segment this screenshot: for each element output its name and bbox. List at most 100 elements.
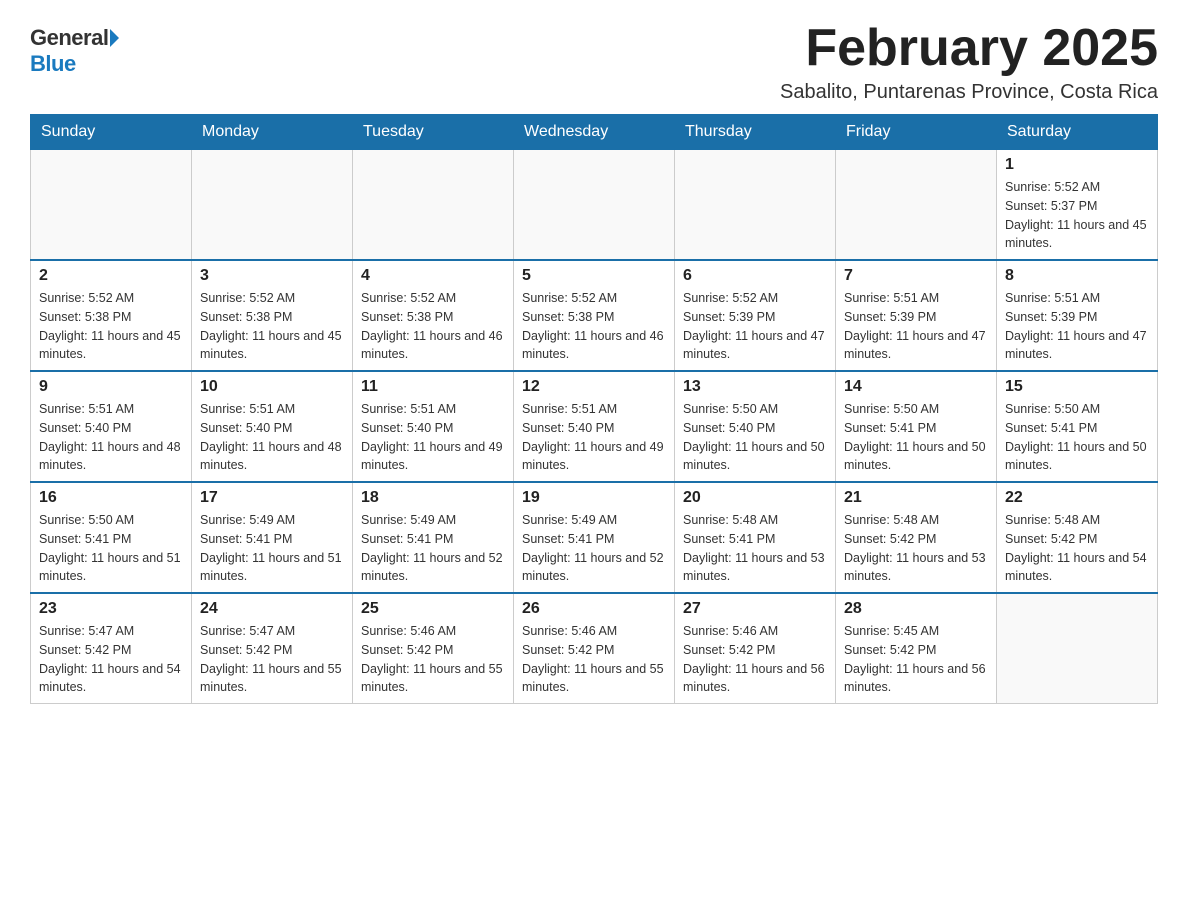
day-info: Sunrise: 5:52 AMSunset: 5:38 PMDaylight:… <box>361 289 505 364</box>
calendar-cell: 18 Sunrise: 5:49 AMSunset: 5:41 PMDayligh… <box>353 482 514 593</box>
calendar-cell: 26 Sunrise: 5:46 AMSunset: 5:42 PMDayligh… <box>514 593 675 704</box>
calendar-week-5: 23 Sunrise: 5:47 AMSunset: 5:42 PMDayligh… <box>31 593 1158 704</box>
day-info: Sunrise: 5:51 AMSunset: 5:40 PMDaylight:… <box>39 400 183 475</box>
day-number: 1 <box>1005 156 1149 174</box>
day-info: Sunrise: 5:49 AMSunset: 5:41 PMDaylight:… <box>200 511 344 586</box>
calendar-cell: 28 Sunrise: 5:45 AMSunset: 5:42 PMDayligh… <box>836 593 997 704</box>
day-info: Sunrise: 5:46 AMSunset: 5:42 PMDaylight:… <box>361 622 505 697</box>
day-number: 24 <box>200 600 344 618</box>
logo-arrow-icon <box>110 29 119 47</box>
day-info: Sunrise: 5:50 AMSunset: 5:41 PMDaylight:… <box>844 400 988 475</box>
day-number: 15 <box>1005 378 1149 396</box>
day-number: 21 <box>844 489 988 507</box>
day-number: 6 <box>683 267 827 285</box>
day-info: Sunrise: 5:51 AMSunset: 5:40 PMDaylight:… <box>361 400 505 475</box>
calendar-cell: 24Sunrise: 5:47 AMSunset: 5:42 PMDayligh… <box>192 593 353 704</box>
calendar-cell: 11 Sunrise: 5:51 AMSunset: 5:40 PMDayligh… <box>353 371 514 482</box>
weekday-header-tuesday: Tuesday <box>353 115 514 150</box>
calendar-week-3: 9 Sunrise: 5:51 AMSunset: 5:40 PMDaylight… <box>31 371 1158 482</box>
calendar-cell: 19Sunrise: 5:49 AMSunset: 5:41 PMDayligh… <box>514 482 675 593</box>
month-title: February 2025 <box>780 20 1158 77</box>
calendar-cell: 13 Sunrise: 5:50 AMSunset: 5:40 PMDayligh… <box>675 371 836 482</box>
day-number: 20 <box>683 489 827 507</box>
day-number: 9 <box>39 378 183 396</box>
day-info: Sunrise: 5:47 AMSunset: 5:42 PMDaylight:… <box>39 622 183 697</box>
calendar-cell: 8 Sunrise: 5:51 AMSunset: 5:39 PMDaylight… <box>997 260 1158 371</box>
calendar-cell: 14Sunrise: 5:50 AMSunset: 5:41 PMDayligh… <box>836 371 997 482</box>
calendar-cell: 3 Sunrise: 5:52 AMSunset: 5:38 PMDaylight… <box>192 260 353 371</box>
logo-general-text: General <box>30 25 108 51</box>
day-number: 17 <box>200 489 344 507</box>
weekday-header-friday: Friday <box>836 115 997 150</box>
day-number: 2 <box>39 267 183 285</box>
calendar-cell: 1 Sunrise: 5:52 AMSunset: 5:37 PMDaylight… <box>997 150 1158 261</box>
day-info: Sunrise: 5:52 AMSunset: 5:37 PMDaylight:… <box>1005 178 1149 253</box>
day-info: Sunrise: 5:51 AMSunset: 5:39 PMDaylight:… <box>844 289 988 364</box>
calendar-cell <box>353 150 514 261</box>
calendar-week-1: 1 Sunrise: 5:52 AMSunset: 5:37 PMDaylight… <box>31 150 1158 261</box>
calendar-cell <box>836 150 997 261</box>
day-number: 26 <box>522 600 666 618</box>
day-number: 3 <box>200 267 344 285</box>
calendar-cell: 5 Sunrise: 5:52 AMSunset: 5:38 PMDaylight… <box>514 260 675 371</box>
weekday-header-sunday: Sunday <box>31 115 192 150</box>
page-header: General Blue February 2025 Sabalito, Pun… <box>30 20 1158 104</box>
calendar-cell: 10 Sunrise: 5:51 AMSunset: 5:40 PMDayligh… <box>192 371 353 482</box>
calendar-cell: 21 Sunrise: 5:48 AMSunset: 5:42 PMDayligh… <box>836 482 997 593</box>
logo-blue-text: Blue <box>30 51 76 77</box>
day-number: 7 <box>844 267 988 285</box>
weekday-header-thursday: Thursday <box>675 115 836 150</box>
day-number: 10 <box>200 378 344 396</box>
day-number: 8 <box>1005 267 1149 285</box>
day-info: Sunrise: 5:52 AMSunset: 5:38 PMDaylight:… <box>522 289 666 364</box>
calendar-cell <box>675 150 836 261</box>
day-number: 22 <box>1005 489 1149 507</box>
calendar-cell: 15 Sunrise: 5:50 AMSunset: 5:41 PMDayligh… <box>997 371 1158 482</box>
calendar-week-2: 2 Sunrise: 5:52 AMSunset: 5:38 PMDaylight… <box>31 260 1158 371</box>
calendar-cell <box>192 150 353 261</box>
day-info: Sunrise: 5:52 AMSunset: 5:38 PMDaylight:… <box>200 289 344 364</box>
calendar-cell: 17 Sunrise: 5:49 AMSunset: 5:41 PMDayligh… <box>192 482 353 593</box>
day-number: 13 <box>683 378 827 396</box>
day-info: Sunrise: 5:49 AMSunset: 5:41 PMDaylight:… <box>361 511 505 586</box>
day-number: 23 <box>39 600 183 618</box>
day-info: Sunrise: 5:49 AMSunset: 5:41 PMDaylight:… <box>522 511 666 586</box>
calendar-cell: 25 Sunrise: 5:46 AMSunset: 5:42 PMDayligh… <box>353 593 514 704</box>
calendar-cell: 20 Sunrise: 5:48 AMSunset: 5:41 PMDayligh… <box>675 482 836 593</box>
weekday-header-saturday: Saturday <box>997 115 1158 150</box>
day-info: Sunrise: 5:50 AMSunset: 5:41 PMDaylight:… <box>1005 400 1149 475</box>
day-info: Sunrise: 5:52 AMSunset: 5:39 PMDaylight:… <box>683 289 827 364</box>
title-area: February 2025 Sabalito, Puntarenas Provi… <box>780 20 1158 104</box>
day-info: Sunrise: 5:50 AMSunset: 5:41 PMDaylight:… <box>39 511 183 586</box>
day-info: Sunrise: 5:46 AMSunset: 5:42 PMDaylight:… <box>522 622 666 697</box>
calendar-cell: 12Sunrise: 5:51 AMSunset: 5:40 PMDayligh… <box>514 371 675 482</box>
day-info: Sunrise: 5:51 AMSunset: 5:40 PMDaylight:… <box>200 400 344 475</box>
calendar-cell: 7 Sunrise: 5:51 AMSunset: 5:39 PMDaylight… <box>836 260 997 371</box>
day-info: Sunrise: 5:48 AMSunset: 5:42 PMDaylight:… <box>844 511 988 586</box>
weekday-header-monday: Monday <box>192 115 353 150</box>
day-number: 18 <box>361 489 505 507</box>
day-info: Sunrise: 5:50 AMSunset: 5:40 PMDaylight:… <box>683 400 827 475</box>
day-info: Sunrise: 5:45 AMSunset: 5:42 PMDaylight:… <box>844 622 988 697</box>
day-number: 5 <box>522 267 666 285</box>
weekday-header-wednesday: Wednesday <box>514 115 675 150</box>
day-info: Sunrise: 5:46 AMSunset: 5:42 PMDaylight:… <box>683 622 827 697</box>
calendar-cell: 6 Sunrise: 5:52 AMSunset: 5:39 PMDaylight… <box>675 260 836 371</box>
day-info: Sunrise: 5:48 AMSunset: 5:41 PMDaylight:… <box>683 511 827 586</box>
day-number: 16 <box>39 489 183 507</box>
calendar-cell: 16 Sunrise: 5:50 AMSunset: 5:41 PMDayligh… <box>31 482 192 593</box>
day-info: Sunrise: 5:51 AMSunset: 5:39 PMDaylight:… <box>1005 289 1149 364</box>
day-number: 25 <box>361 600 505 618</box>
day-number: 11 <box>361 378 505 396</box>
day-number: 27 <box>683 600 827 618</box>
calendar-cell: 22 Sunrise: 5:48 AMSunset: 5:42 PMDayligh… <box>997 482 1158 593</box>
logo: General Blue <box>30 20 119 77</box>
calendar-cell: 23 Sunrise: 5:47 AMSunset: 5:42 PMDayligh… <box>31 593 192 704</box>
calendar-table: SundayMondayTuesdayWednesdayThursdayFrid… <box>30 114 1158 704</box>
calendar-cell: 4Sunrise: 5:52 AMSunset: 5:38 PMDaylight… <box>353 260 514 371</box>
day-number: 28 <box>844 600 988 618</box>
day-info: Sunrise: 5:48 AMSunset: 5:42 PMDaylight:… <box>1005 511 1149 586</box>
calendar-cell: 27 Sunrise: 5:46 AMSunset: 5:42 PMDayligh… <box>675 593 836 704</box>
calendar-week-4: 16 Sunrise: 5:50 AMSunset: 5:41 PMDayligh… <box>31 482 1158 593</box>
calendar-cell <box>514 150 675 261</box>
